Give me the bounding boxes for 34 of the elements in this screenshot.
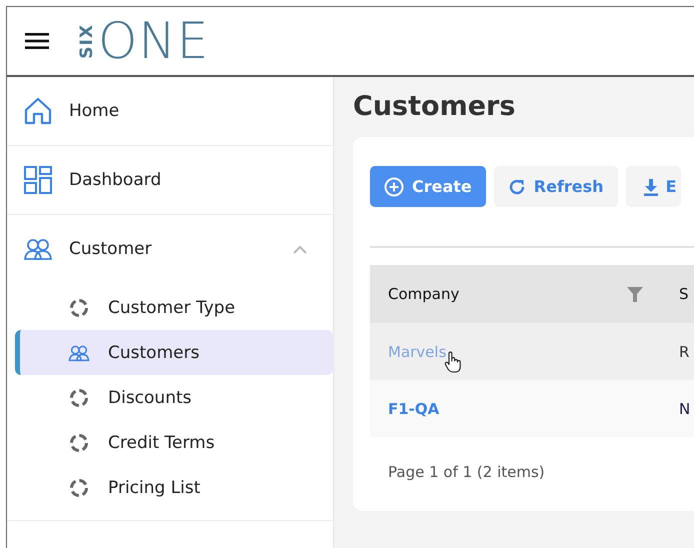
refresh-icon (508, 178, 526, 196)
pagination-info: Page 1 of 1 (2 items) (388, 463, 546, 481)
filter-icon[interactable] (627, 286, 643, 302)
logo-text: SIX (79, 24, 96, 58)
table-cell: R (679, 342, 690, 360)
logo-text: ONE (98, 16, 210, 66)
sidebar-subitem[interactable]: Customers (15, 330, 333, 375)
chevron-icon[interactable] (293, 244, 307, 254)
sidebar-item[interactable]: Customer (7, 215, 333, 283)
sidebar-subitem[interactable]: Credit Terms (15, 420, 333, 465)
table-cell: N (679, 400, 690, 418)
loading-icon (68, 478, 90, 498)
download-icon (644, 178, 658, 196)
page-title: Customers (353, 91, 516, 123)
loading-icon (68, 432, 90, 452)
loading-icon (68, 388, 90, 408)
sidebar-subitem[interactable]: Discounts (15, 375, 333, 420)
sidebar-item[interactable]: Home (7, 77, 333, 145)
sidebar-item[interactable]: Dashboard (7, 146, 333, 214)
menu-icon[interactable] (25, 32, 49, 50)
hand-cursor-icon (444, 351, 462, 373)
company-link[interactable]: F1-QA (388, 400, 440, 418)
column-header[interactable]: S (679, 285, 689, 303)
table-row[interactable]: Marvels R (370, 323, 694, 380)
sidebar-subitem[interactable]: Customer Type (15, 285, 333, 330)
users-icon (23, 237, 53, 261)
column-header[interactable]: Company (388, 285, 460, 303)
users-icon (68, 344, 90, 362)
table-row[interactable]: F1-QA N (370, 380, 694, 437)
home-icon (23, 96, 53, 126)
dashboard-icon (23, 165, 53, 195)
plus-circle-icon (384, 176, 404, 196)
loading-icon (68, 298, 90, 318)
sidebar-subitem[interactable]: Pricing List (15, 465, 333, 510)
